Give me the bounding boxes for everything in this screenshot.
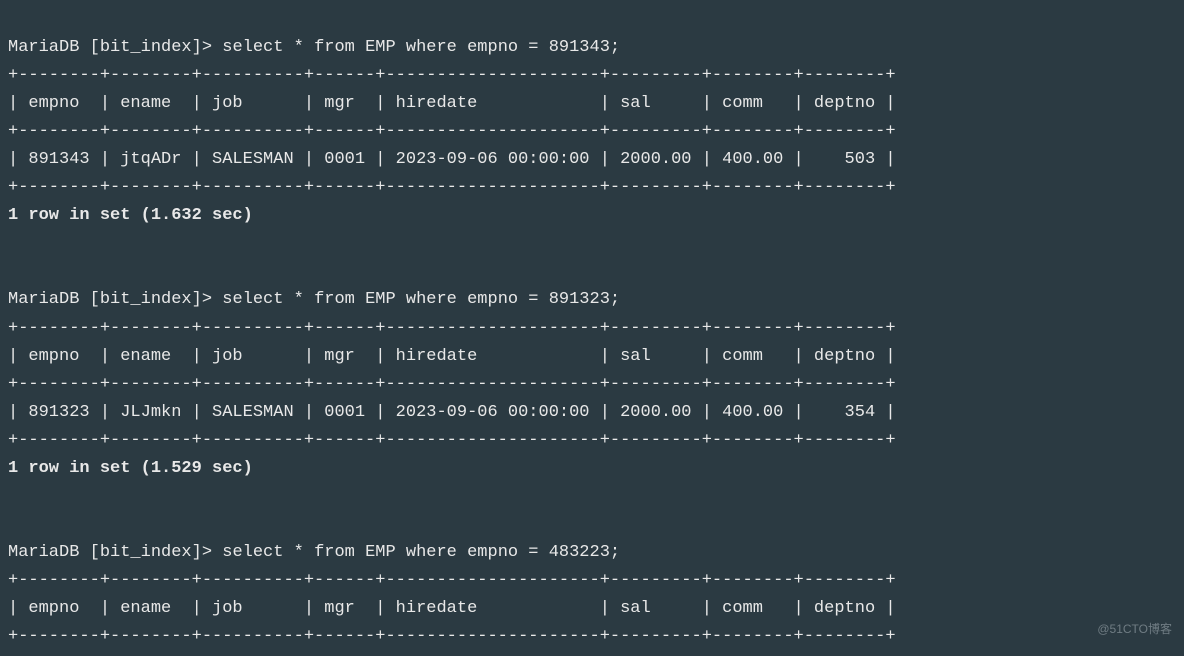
table-separator: +--------+--------+----------+------+---… [8, 375, 896, 394]
watermark-text: @51CTO博客 [1097, 620, 1172, 640]
status-line: 1 row in set (1.632 sec) [8, 206, 253, 225]
table-row: | 891323 | JLJmkn | SALESMAN | 0001 | 20… [8, 403, 896, 422]
sql-query: select * from EMP where empno = 891343; [222, 38, 620, 57]
table-header: | empno | ename | job | mgr | hiredate |… [8, 599, 896, 618]
db-prompt: MariaDB [bit_index]> [8, 290, 222, 309]
table-row: | 891343 | jtqADr | SALESMAN | 0001 | 20… [8, 150, 896, 169]
table-header: | empno | ename | job | mgr | hiredate |… [8, 94, 896, 113]
table-separator: +--------+--------+----------+------+---… [8, 122, 896, 141]
table-separator: +--------+--------+----------+------+---… [8, 627, 896, 646]
query-block-1: MariaDB [bit_index]> select * from EMP w… [8, 34, 1176, 230]
table-separator: +--------+--------+----------+------+---… [8, 66, 896, 85]
table-separator: +--------+--------+----------+------+---… [8, 571, 896, 590]
query-block-2: MariaDB [bit_index]> select * from EMP w… [8, 258, 1176, 482]
terminal-output: MariaDB [bit_index]> select * from EMP w… [0, 0, 1184, 656]
db-prompt: MariaDB [bit_index]> [8, 543, 222, 562]
table-header: | empno | ename | job | mgr | hiredate |… [8, 347, 896, 366]
query-block-3: MariaDB [bit_index]> select * from EMP w… [8, 511, 1176, 656]
table-separator: +--------+--------+----------+------+---… [8, 431, 896, 450]
db-prompt: MariaDB [bit_index]> [8, 38, 222, 57]
sql-query: select * from EMP where empno = 483223; [222, 543, 620, 562]
sql-query: select * from EMP where empno = 891323; [222, 290, 620, 309]
table-separator: +--------+--------+----------+------+---… [8, 178, 896, 197]
status-line: 1 row in set (1.529 sec) [8, 459, 253, 478]
table-separator: +--------+--------+----------+------+---… [8, 319, 896, 338]
